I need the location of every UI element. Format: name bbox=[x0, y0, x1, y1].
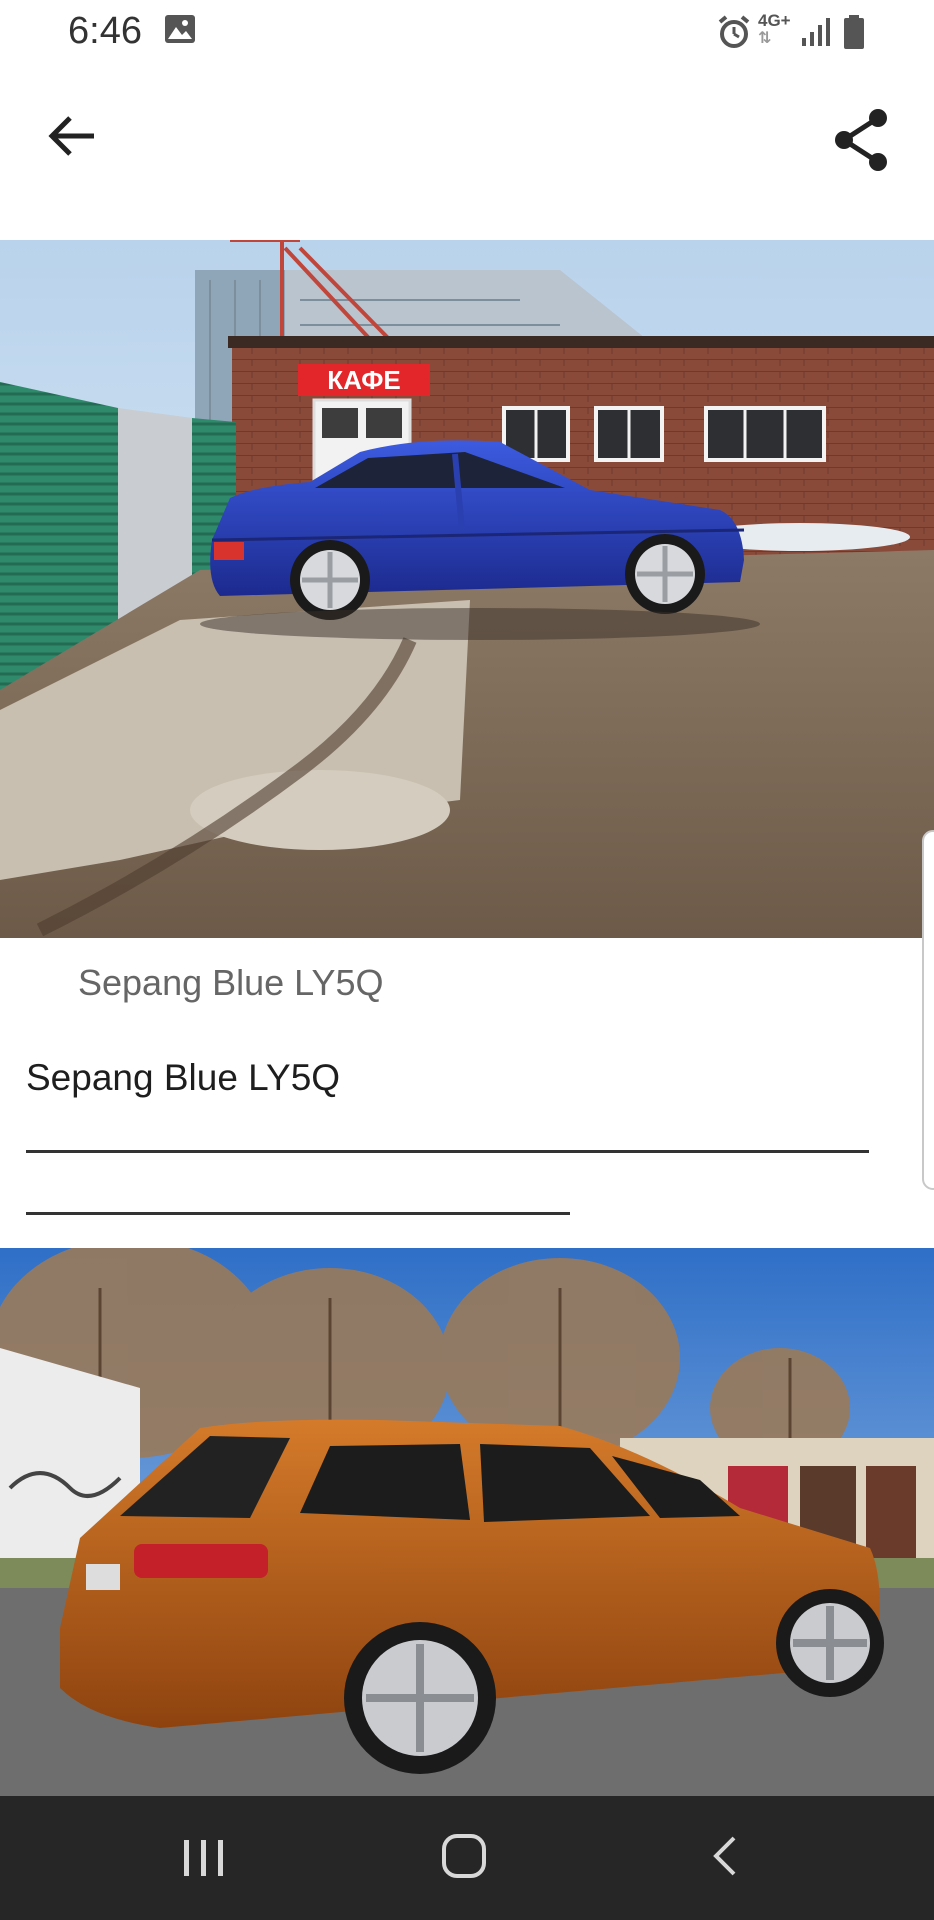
signal-icon bbox=[802, 18, 830, 46]
battery-icon bbox=[844, 15, 864, 49]
photo-orange-wagon[interactable] bbox=[0, 1248, 934, 1796]
scroll-handle[interactable] bbox=[922, 830, 934, 1190]
cafe-sign-text: КАФЕ bbox=[327, 365, 401, 395]
underline-rule bbox=[26, 1150, 869, 1153]
underline-rule-short bbox=[26, 1212, 570, 1215]
data-arrows-icon: ⇅ bbox=[758, 30, 772, 47]
alarm-icon bbox=[718, 15, 750, 48]
recents-icon[interactable] bbox=[180, 1836, 228, 1880]
blue-sedan-image: КАФЕ bbox=[0, 240, 934, 938]
navigation-bar bbox=[0, 1796, 934, 1920]
description-text: Sepang Blue LY5Q bbox=[26, 1057, 341, 1098]
image-caption: Sepang Blue LY5Q bbox=[78, 962, 384, 1003]
network-indicator: 4G+ ⇅ bbox=[758, 12, 791, 47]
status-time: 6:46 bbox=[68, 10, 142, 52]
photo-blue-sedan[interactable]: КАФЕ bbox=[0, 240, 934, 938]
share-icon[interactable] bbox=[826, 104, 898, 176]
app-bar bbox=[0, 64, 934, 240]
network-label: 4G+ bbox=[758, 11, 791, 30]
back-icon[interactable] bbox=[706, 1832, 746, 1880]
status-bar: 6:46 4G+ ⇅ bbox=[0, 0, 934, 64]
orange-wagon-image bbox=[0, 1248, 934, 1796]
back-arrow-icon[interactable] bbox=[40, 104, 104, 168]
gallery-icon bbox=[165, 15, 195, 43]
home-icon[interactable] bbox=[440, 1832, 488, 1880]
